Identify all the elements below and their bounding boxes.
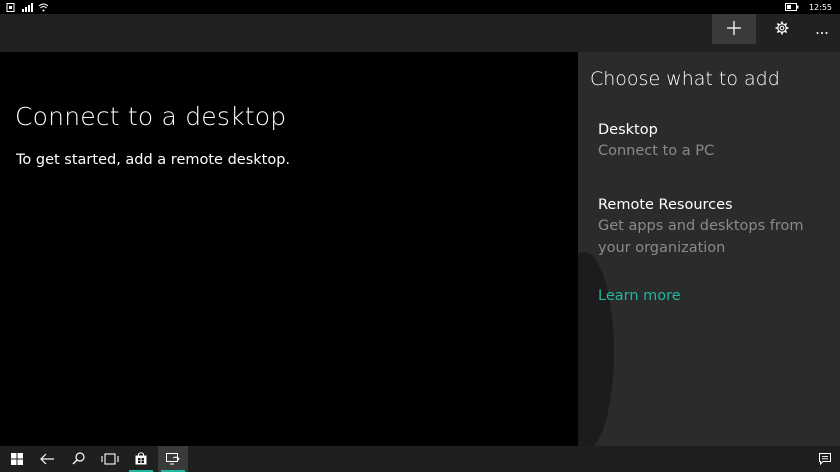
decorative-arc — [578, 252, 614, 446]
main-content: Connect to a desktop To get started, add… — [0, 52, 578, 446]
wifi-icon — [38, 3, 49, 12]
option-description: your organization — [598, 240, 726, 256]
option-title: Remote Resources — [598, 197, 733, 213]
page-subtitle: To get started, add a remote desktop. — [16, 152, 291, 168]
add-icon — [727, 20, 741, 39]
add-remote-resources-option[interactable]: Remote Resources Get apps and desktops f… — [598, 195, 828, 259]
remote-desktop-app-button[interactable] — [158, 446, 188, 472]
option-title: Desktop — [598, 122, 658, 138]
action-center-button[interactable] — [810, 446, 840, 472]
flyout-title: Choose what to add — [590, 68, 780, 90]
settings-icon — [775, 20, 789, 39]
settings-button[interactable] — [760, 14, 804, 44]
store-icon — [135, 450, 147, 469]
more-button[interactable] — [804, 14, 840, 44]
more-icon — [816, 20, 828, 39]
page-title: Connect to a desktop — [15, 102, 287, 131]
status-bar: 12:55 — [0, 0, 840, 14]
option-description: Connect to a PC — [598, 143, 715, 159]
add-desktop-option[interactable]: Desktop Connect to a PC — [598, 120, 828, 162]
app-bar — [0, 14, 840, 52]
sim-icon — [6, 2, 16, 12]
back-icon — [40, 450, 54, 469]
taskbar — [0, 446, 840, 472]
battery-icon — [784, 2, 799, 12]
task-view-icon — [101, 450, 119, 469]
action-center-icon — [819, 450, 831, 469]
search-icon — [72, 450, 85, 469]
status-icons-right: 12:55 — [784, 2, 832, 12]
search-button[interactable] — [63, 446, 93, 472]
store-app-button[interactable] — [126, 446, 156, 472]
status-icons-left — [6, 2, 49, 12]
learn-more-link[interactable]: Learn more — [598, 288, 681, 304]
clock: 12:55 — [808, 2, 832, 12]
back-button[interactable] — [32, 446, 62, 472]
task-view-button[interactable] — [95, 446, 125, 472]
start-button[interactable] — [2, 446, 32, 472]
add-flyout: Choose what to add Desktop Connect to a … — [578, 52, 840, 446]
remote-desktop-app-icon — [166, 450, 180, 469]
windows-start-icon — [11, 450, 23, 469]
option-description: Get apps and desktops from — [598, 218, 804, 234]
add-button[interactable] — [712, 14, 756, 44]
signal-icon — [22, 2, 33, 12]
